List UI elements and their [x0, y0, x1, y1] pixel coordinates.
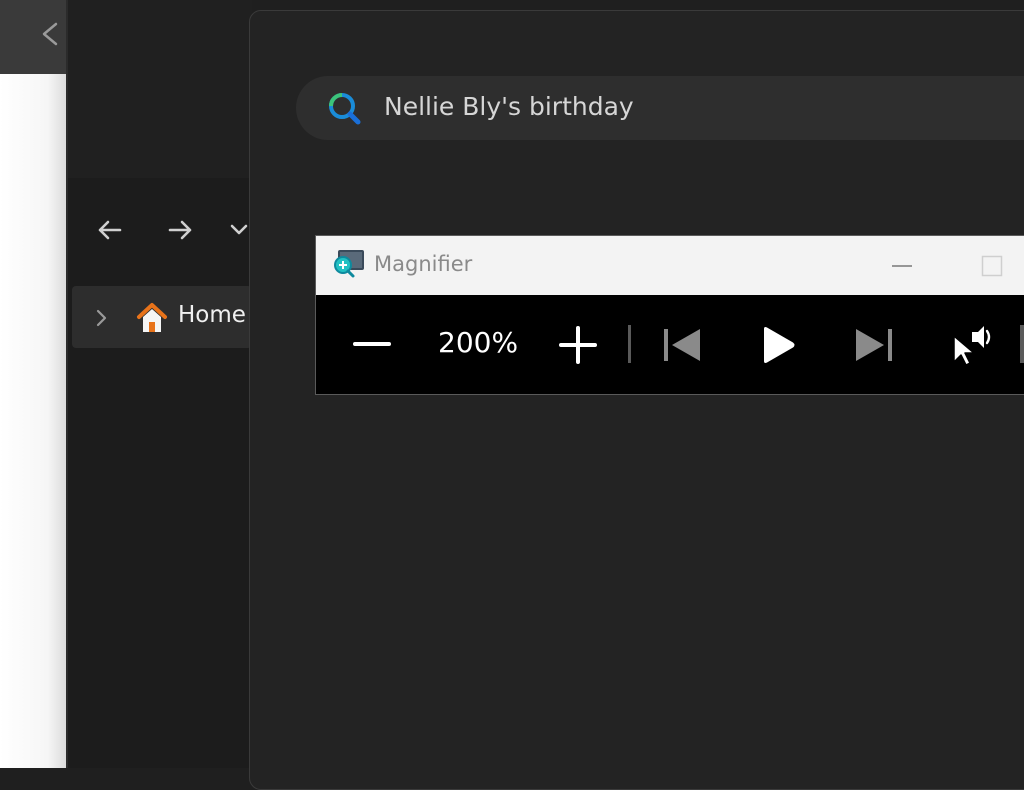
skip-next-icon[interactable] [854, 326, 894, 364]
arrow-left-icon[interactable] [92, 212, 128, 248]
home-icon [134, 300, 170, 336]
toolbar-divider [1020, 325, 1024, 363]
minimize-icon[interactable] [890, 254, 914, 278]
magnifier-icon [332, 248, 366, 280]
arrow-right-icon[interactable] [162, 212, 198, 248]
skip-previous-icon[interactable] [662, 326, 702, 364]
magnifier-title: Magnifier [374, 252, 473, 276]
toolbar-divider [628, 325, 631, 363]
search-icon [326, 90, 362, 126]
sidebar-item-label: Home [178, 302, 246, 328]
read-from-pointer-icon[interactable] [950, 322, 994, 366]
arrow-left-icon[interactable] [36, 18, 68, 50]
plus-icon[interactable] [558, 326, 598, 364]
maximize-icon[interactable] [980, 254, 1004, 278]
background-window [0, 0, 68, 768]
minus-icon[interactable] [352, 326, 392, 362]
zoom-level: 200% [438, 326, 519, 359]
chevron-right-icon[interactable] [92, 306, 112, 330]
file-explorer-header [68, 0, 252, 178]
search-query-text[interactable]: Nellie Bly's birthday [384, 92, 634, 121]
play-icon[interactable] [760, 324, 798, 366]
